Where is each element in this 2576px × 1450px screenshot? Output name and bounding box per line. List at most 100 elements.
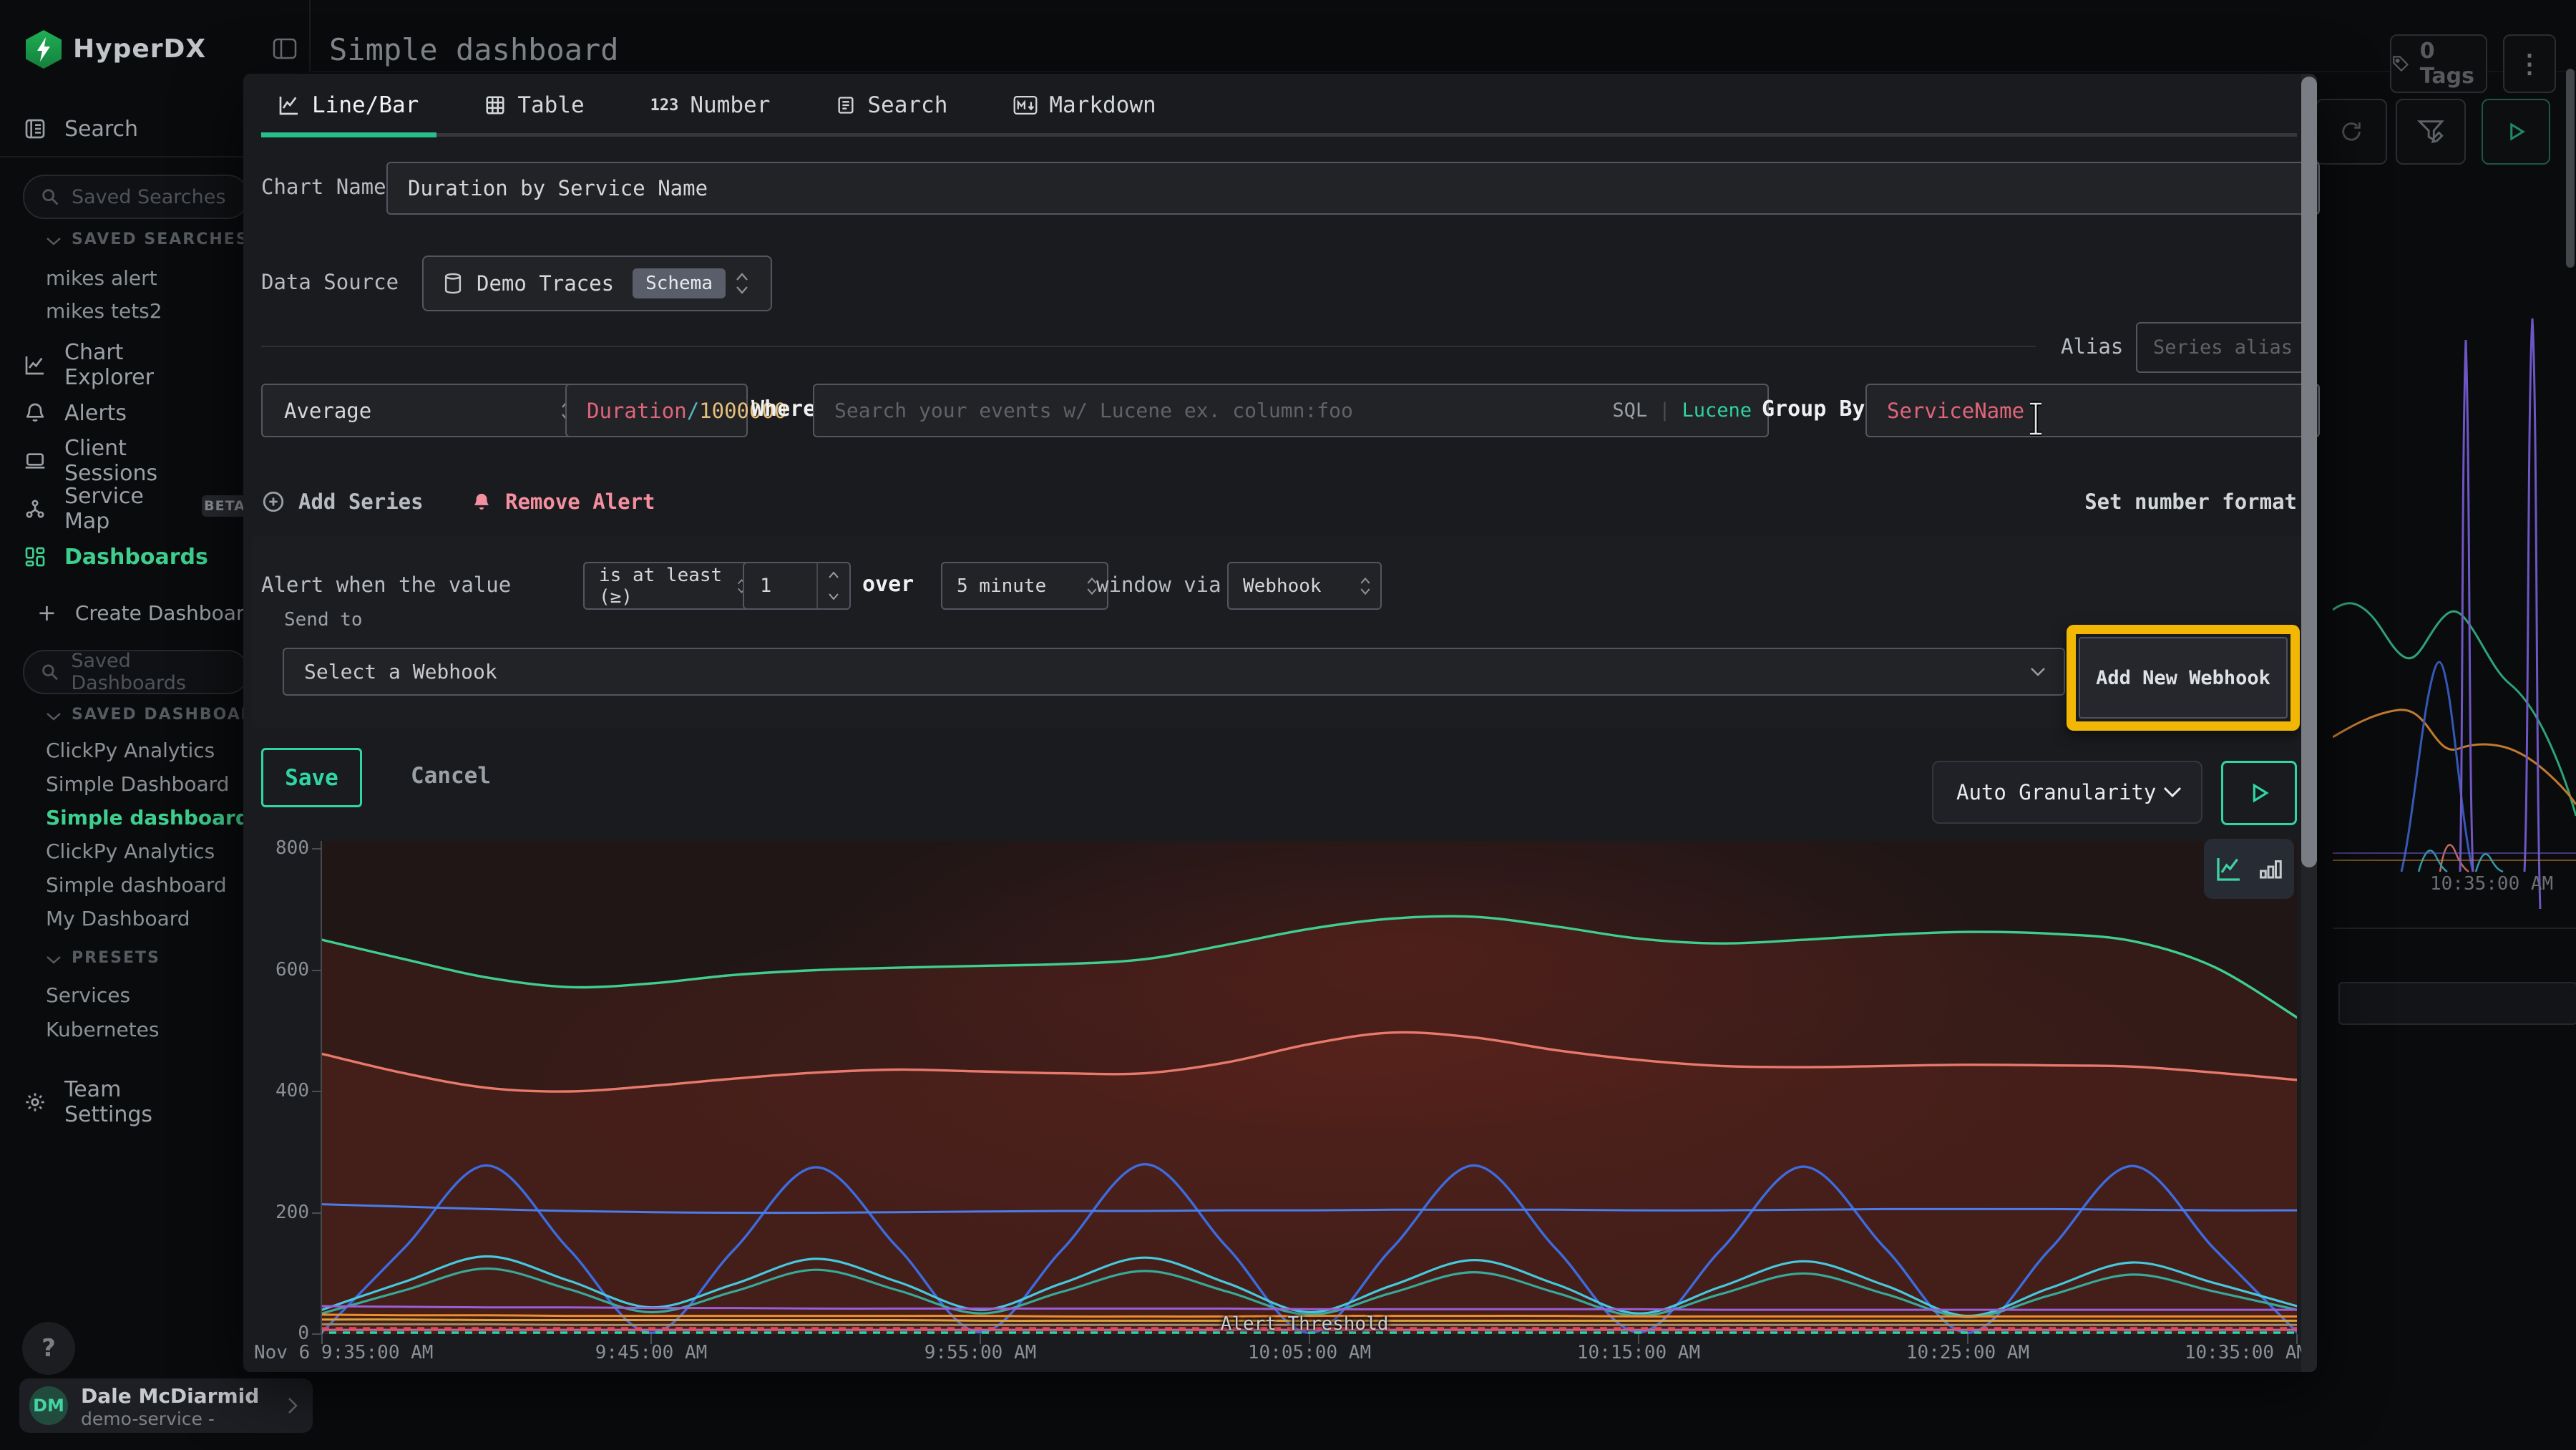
background-chart	[2333, 172, 2576, 945]
chevron-down-icon[interactable]	[46, 711, 62, 721]
tab-markdown[interactable]: Markdown	[1013, 92, 1156, 118]
tab-number[interactable]: 123Number	[650, 92, 771, 118]
help-button[interactable]: ?	[22, 1322, 75, 1375]
refresh-icon	[2339, 120, 2363, 144]
refresh-button[interactable]	[2316, 99, 2387, 165]
set-number-format-button[interactable]: Set number format	[2084, 481, 2297, 522]
aggregation-select[interactable]: Average	[261, 384, 591, 437]
filter-edit-button[interactable]	[2396, 99, 2466, 165]
granularity-select[interactable]: Auto Granularity	[1932, 761, 2202, 824]
alert-threshold-input[interactable]: 1	[743, 562, 851, 610]
sidebar-toggle-icon[interactable]	[272, 36, 298, 62]
x-tick-label: 9:55:00 AM	[830, 1342, 1131, 1363]
y-tick	[312, 1212, 322, 1214]
run-chart-button[interactable]	[2221, 761, 2297, 825]
saved-dashboards-input[interactable]: Saved Dashboards	[23, 650, 249, 694]
y-tick	[312, 1333, 322, 1335]
laptop-icon	[24, 449, 47, 472]
send-to-label: Send to	[284, 609, 363, 631]
saved-dashboard-item[interactable]: My Dashboard	[46, 904, 190, 933]
bell-icon	[471, 490, 492, 513]
bar-chart-toggle-icon[interactable]	[2258, 855, 2283, 883]
saved-dashboard-item[interactable]: Simple Dashboard	[46, 769, 229, 798]
saved-dashboard-item[interactable]: ClickPy Analytics	[46, 837, 215, 865]
preset-item[interactable]: Services	[46, 981, 130, 1009]
x-tick-label: 9:45:00 AM	[501, 1342, 801, 1363]
y-tick-label: 0	[243, 1323, 309, 1344]
tags-button[interactable]: 0 Tags	[2390, 34, 2487, 93]
add-new-webhook-button[interactable]: Add New Webhook	[2079, 637, 2288, 719]
series-divider	[261, 346, 2036, 347]
webhook-select[interactable]: Select a Webhook	[283, 648, 2065, 696]
tab-search[interactable]: Search	[836, 92, 947, 118]
bell-icon	[24, 402, 47, 424]
service-map-icon	[24, 497, 47, 520]
search-icon	[40, 662, 59, 682]
line-bar-tab-icon	[278, 94, 301, 117]
database-icon	[442, 272, 464, 295]
run-query-button-background[interactable]	[2482, 99, 2550, 165]
add-series-button[interactable]: Add Series	[261, 481, 424, 522]
saved-dashboard-item[interactable]: ClickPy Analytics	[46, 736, 215, 764]
tab-line-bar[interactable]: Line/Bar	[278, 92, 419, 118]
save-button[interactable]: Save	[261, 748, 362, 807]
updown-chevron-icon	[1359, 575, 1372, 598]
more-options-button[interactable]: ⋮	[2503, 34, 2556, 93]
cancel-button[interactable]: Cancel	[401, 748, 501, 803]
alert-channel-select[interactable]: Webhook	[1227, 562, 1382, 610]
series-alias-input[interactable]: Series alias	[2136, 322, 2316, 373]
field-expression-input[interactable]: Duration/1000000	[565, 384, 748, 437]
y-tick-label: 800	[243, 837, 309, 859]
number-stepper[interactable]	[816, 563, 849, 608]
user-menu[interactable]: DM Dale McDiarmid demo-service -	[19, 1378, 313, 1433]
group-by-input[interactable]: ServiceName	[1865, 384, 2320, 437]
chart-type-toggle	[2204, 839, 2294, 899]
updown-chevron-icon	[734, 270, 750, 297]
group-by-label: Group By	[1762, 384, 1865, 434]
saved-searches-header[interactable]: SAVED SEARCHES	[72, 230, 249, 248]
number-tab-icon: 123	[650, 97, 679, 115]
saved-searches-input[interactable]: Saved Searches	[23, 175, 249, 219]
background-chart-time-label: 10:35:00 AM	[2430, 873, 2559, 895]
tab-underline	[261, 133, 2297, 137]
line-chart-toggle-icon[interactable]	[2215, 855, 2243, 883]
remove-alert-button[interactable]: Remove Alert	[471, 481, 655, 522]
chevron-right-icon	[286, 1396, 300, 1416]
tile-divider	[2333, 928, 2576, 929]
alert-prefix-label: Alert when the value	[261, 562, 511, 607]
lucene-toggle[interactable]: Lucene	[1682, 399, 1752, 422]
chevron-down-icon[interactable]	[46, 236, 62, 246]
x-tick-label: 10:05:00 AM	[1159, 1342, 1460, 1363]
presets-header[interactable]: PRESETS	[72, 949, 160, 967]
add-webhook-highlight: Add New Webhook	[2067, 625, 2300, 731]
chevron-down-icon[interactable]	[46, 955, 62, 965]
create-dashboard-button[interactable]: + Create Dashboard	[37, 597, 257, 628]
page-scrollbar[interactable]	[2566, 69, 2575, 268]
mouse-cursor	[2026, 401, 2045, 437]
user-subtitle: demo-service -	[81, 1408, 215, 1429]
saved-dashboard-item[interactable]: Simple dashboard	[46, 870, 227, 899]
data-source-label: Data Source	[261, 256, 399, 308]
saved-search-item[interactable]: mikes alert	[46, 263, 157, 292]
preset-item[interactable]: Kubernetes	[46, 1015, 160, 1043]
modal-scrollbar-thumb[interactable]	[2301, 77, 2317, 867]
sql-toggle[interactable]: SQL	[1612, 399, 1647, 422]
saved-search-item[interactable]: mikes tets2	[46, 296, 162, 325]
alert-condition-select[interactable]: is at least (≥)	[583, 562, 757, 610]
chart-name-input[interactable]: Duration by Service Name	[386, 162, 2320, 215]
chevron-down-icon	[2029, 666, 2046, 678]
alert-window-select[interactable]: 5 minute	[941, 562, 1108, 610]
play-icon	[2505, 121, 2527, 142]
gear-icon	[24, 1091, 47, 1114]
search-icon	[40, 187, 60, 207]
y-tick	[312, 1091, 322, 1092]
data-source-select[interactable]: Demo Traces Schema	[422, 256, 772, 311]
editor-tabs: Line/Bar Table 123Number Search Markdown	[278, 84, 1156, 126]
where-search-input[interactable]: Search your events w/ Lucene ex. column:…	[813, 384, 1769, 437]
tab-table[interactable]: Table	[484, 92, 584, 118]
chart-plot-area[interactable]	[322, 841, 2297, 1334]
window-via-label: window via	[1096, 562, 1221, 607]
saved-dashboard-item[interactable]: Simple dashboard	[46, 803, 250, 832]
avatar: DM	[29, 1386, 68, 1425]
background-tile-header	[2338, 982, 2576, 1025]
